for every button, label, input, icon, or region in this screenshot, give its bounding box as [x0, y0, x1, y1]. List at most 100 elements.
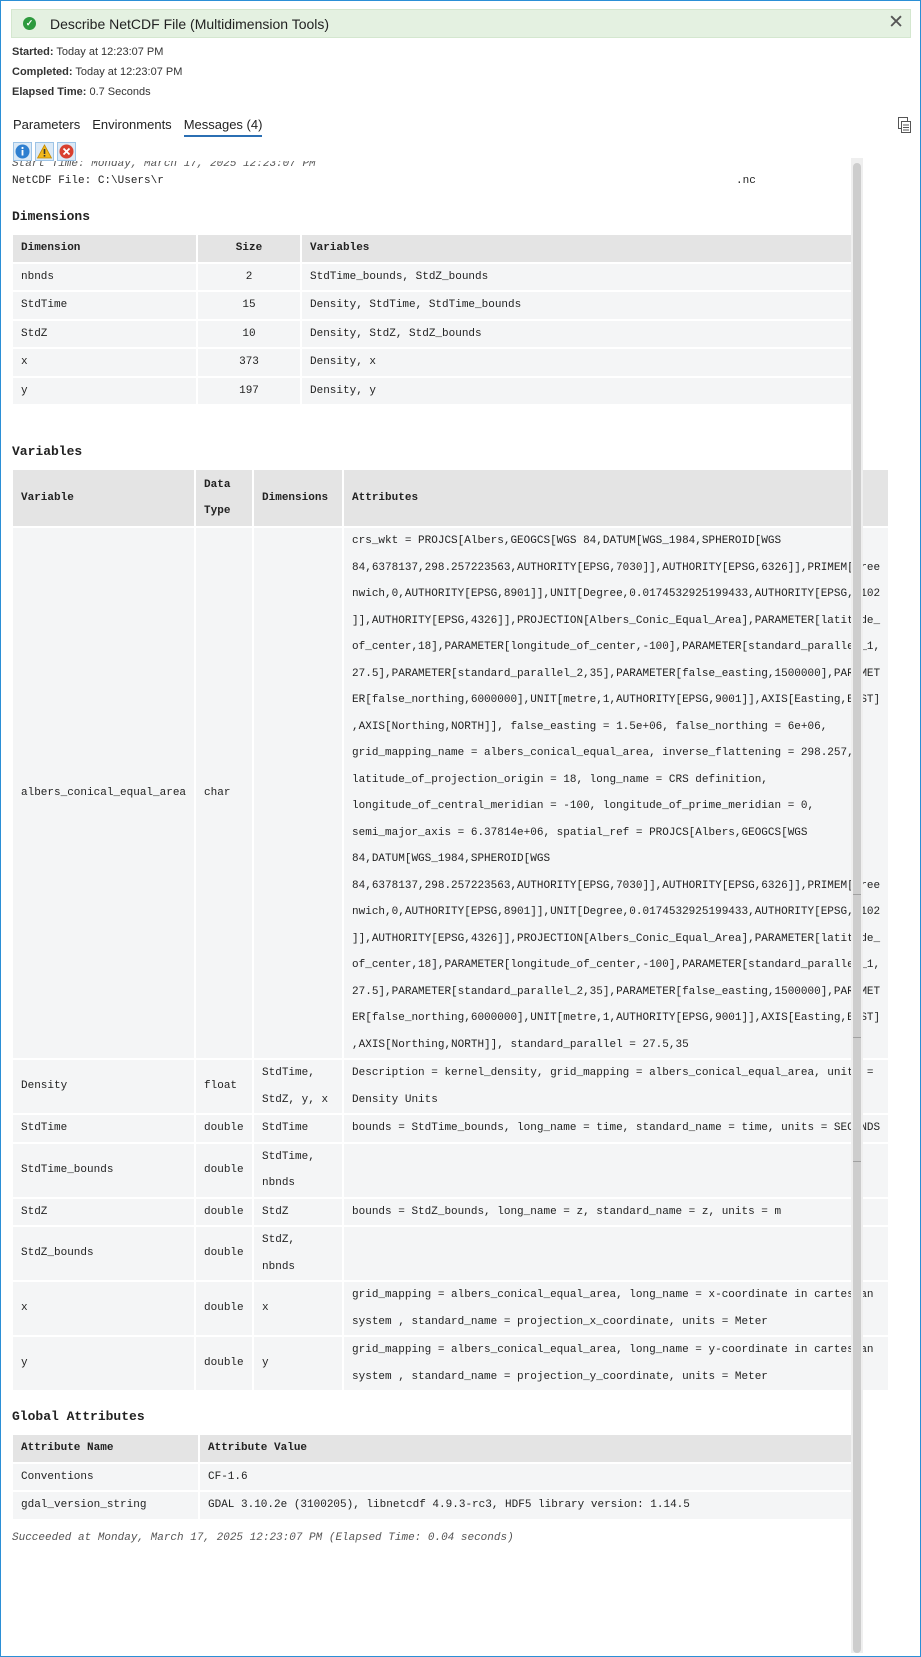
table-row: y 197 Density, y	[13, 375, 851, 404]
size-cell: 373	[197, 347, 302, 377]
data-type-cell: double	[195, 1141, 255, 1198]
col-dimension: Dimension	[13, 235, 198, 263]
attribute-value-cell: GDAL 3.10.2e (3100205), libnetcdf 4.9.3-…	[199, 1490, 851, 1519]
tab-messages[interactable]: Messages (4)	[183, 117, 263, 137]
data-type-cell: char	[195, 526, 255, 1059]
error-filter-button[interactable]	[57, 142, 76, 161]
dimension-cell: StdZ	[13, 318, 198, 348]
error-filter-icon	[59, 144, 74, 159]
variable-cell: Density	[13, 1058, 197, 1114]
attribute-name-cell: Conventions	[13, 1461, 200, 1491]
tab-parameters[interactable]: Parameters	[13, 117, 80, 137]
netcdf-file-extension: .nc	[736, 175, 756, 187]
data-type-cell: double	[195, 1225, 255, 1281]
data-type-cell: double	[195, 1196, 255, 1226]
completed-row: Completed: Today at 12:23:07 PM	[12, 66, 182, 78]
data-type-cell: double	[195, 1335, 255, 1390]
close-icon[interactable]: ✕	[888, 13, 904, 33]
check-circle-icon: ✓	[23, 17, 36, 30]
result-tabs: Parameters Environments Messages (4)	[13, 117, 274, 137]
dimension-cell: StdTime	[13, 290, 198, 320]
col-data-type: Data Type	[195, 470, 255, 527]
variables-heading: Variables	[12, 444, 83, 459]
table-row: y double y grid_mapping = albers_conical_eq…	[13, 1335, 889, 1390]
dimensions-cell: StdZ	[253, 1196, 345, 1226]
dimension-cell: x	[13, 347, 198, 377]
elapsed-row: Elapsed Time: 0.7 Seconds	[12, 86, 151, 98]
dimensions-table: Dimension Size Variables nbnds 2 StdTime_b…	[13, 235, 851, 404]
table-row: StdTime 15 Density, StdTime, StdTime_bound…	[13, 290, 851, 320]
attributes-cell	[343, 1225, 889, 1281]
variables-cell: Density, StdTime, StdTime_bounds	[301, 290, 851, 320]
col-variable: Variable	[13, 470, 197, 527]
succeeded-message: Succeeded at Monday, March 17, 2025 12:2…	[12, 1532, 514, 1544]
attribute-name-cell: gdal_version_string	[13, 1490, 200, 1519]
started-value: Today at 12:23:07 PM	[56, 46, 164, 58]
scrollbar-thumb[interactable]	[853, 163, 861, 1653]
table-row: x 373 Density, x	[13, 347, 851, 377]
data-type-cell: float	[195, 1058, 255, 1114]
result-header: ✓ Describe NetCDF File (Multidimension T…	[11, 9, 911, 38]
tab-environments[interactable]: Environments	[92, 117, 171, 137]
table-row: x double x grid_mapping = albers_conical_eq…	[13, 1280, 889, 1336]
table-row: albers_conical_equal_area char crs_wkt = P…	[13, 526, 889, 1059]
variable-cell: StdZ	[13, 1196, 197, 1226]
start-time-message: Start Time: Monday, March 17, 2025 12:23…	[12, 161, 316, 170]
table-row: gdal_version_string GDAL 3.10.2e (3100205…	[13, 1490, 851, 1519]
table-row: Density float StdTime, StdZ, y, x Descripti…	[13, 1058, 889, 1114]
started-row: Started: Today at 12:23:07 PM	[12, 46, 163, 58]
variable-cell: StdTime_bounds	[13, 1141, 197, 1198]
col-attributes: Attributes	[343, 470, 889, 527]
attributes-cell: crs_wkt = PROJCS[Albers,GEOGCS[WGS 84,DA…	[343, 526, 889, 1059]
variable-cell: y	[13, 1335, 197, 1390]
attributes-cell: Description = kernel_density, grid_mappi…	[343, 1058, 889, 1114]
variables-header-row: Variable Data Type Dimensions Attributes	[13, 470, 889, 527]
col-attribute-value: Attribute Value	[199, 1435, 851, 1463]
vertical-scrollbar[interactable]	[851, 158, 863, 1653]
table-row: StdZ double StdZ bounds = StdZ_bounds, long…	[13, 1196, 889, 1226]
netcdf-file-message: NetCDF File: C:\Users\r	[12, 175, 164, 187]
table-row: StdTime_bounds double StdTime, nbnds	[13, 1141, 889, 1198]
variable-cell: StdTime	[13, 1113, 197, 1143]
attributes-cell: bounds = StdZ_bounds, long_name = z, sta…	[343, 1196, 889, 1226]
dimensions-cell: y	[253, 1335, 345, 1390]
dimension-cell: y	[13, 375, 198, 404]
global-attributes-heading: Global Attributes	[12, 1409, 145, 1424]
info-filter-button[interactable]	[13, 142, 32, 161]
attributes-cell: bounds = StdTime_bounds, long_name = tim…	[343, 1113, 889, 1143]
variables-cell: Density, StdZ, StdZ_bounds	[301, 318, 851, 348]
dimensions-cell: StdTime	[253, 1113, 345, 1143]
elapsed-value: 0.7 Seconds	[89, 86, 151, 98]
message-filters	[13, 142, 76, 161]
col-attribute-name: Attribute Name	[13, 1435, 200, 1463]
table-row: StdZ 10 Density, StdZ, StdZ_bounds	[13, 318, 851, 348]
dimensions-header-row: Dimension Size Variables	[13, 235, 851, 263]
variable-cell: StdZ_bounds	[13, 1225, 197, 1281]
elapsed-label: Elapsed Time:	[12, 86, 87, 98]
completed-label: Completed:	[12, 66, 73, 78]
size-cell: 15	[197, 290, 302, 320]
dimensions-heading: Dimensions	[12, 209, 91, 224]
dimensions-cell: StdTime, StdZ, y, x	[253, 1058, 345, 1114]
variable-cell: albers_conical_equal_area	[13, 526, 197, 1059]
table-row: nbnds 2 StdTime_bounds, StdZ_bounds	[13, 261, 851, 291]
scrollbar-marker	[853, 1161, 861, 1162]
copy-icon[interactable]	[898, 117, 911, 133]
variables-table: Variable Data Type Dimensions Attributes…	[13, 470, 889, 1390]
completed-value: Today at 12:23:07 PM	[75, 66, 183, 78]
warning-filter-button[interactable]	[35, 142, 54, 161]
scrollbar-marker	[853, 1037, 861, 1038]
data-type-cell: double	[195, 1113, 255, 1143]
col-size: Size	[197, 235, 302, 263]
attribute-value-cell: CF-1.6	[199, 1461, 851, 1491]
size-cell: 10	[197, 318, 302, 348]
col-variables: Variables	[301, 235, 851, 263]
size-cell: 197	[197, 375, 302, 404]
variables-cell: StdTime_bounds, StdZ_bounds	[301, 261, 851, 291]
dimensions-cell: StdTime, nbnds	[253, 1141, 345, 1198]
variables-cell: Density, y	[301, 375, 851, 404]
dimensions-cell	[253, 526, 345, 1059]
dimensions-cell: x	[253, 1280, 345, 1336]
global-attributes-table: Attribute Name Attribute Value Conventio…	[13, 1435, 851, 1519]
table-row: StdZ_bounds double StdZ, nbnds	[13, 1225, 889, 1281]
